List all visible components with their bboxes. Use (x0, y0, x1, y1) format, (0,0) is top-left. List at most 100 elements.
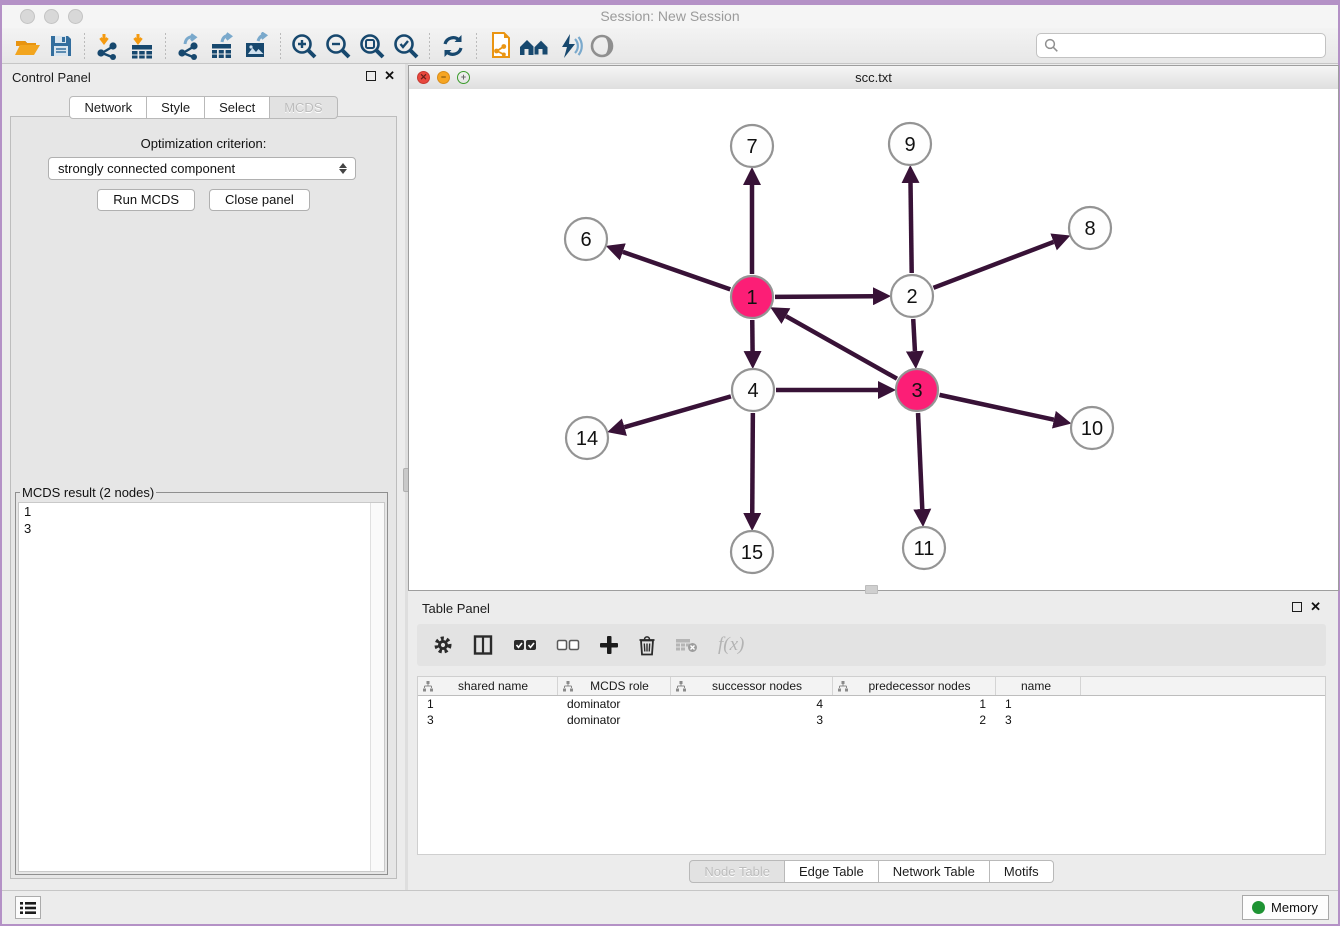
network-window-titlebar[interactable]: ✕ − + scc.txt (409, 66, 1338, 90)
table-row[interactable]: 3dominator323 (418, 712, 1325, 728)
task-history-button[interactable] (15, 896, 41, 919)
mcds-result-list[interactable]: 1 3 (18, 502, 385, 872)
table-cell[interactable]: 3 (418, 713, 558, 727)
control-panel-float-button[interactable] (366, 71, 376, 81)
select-arrows-icon (334, 163, 352, 174)
export-network-icon (175, 32, 203, 60)
graph-node-8[interactable]: 8 (1069, 207, 1111, 249)
graph-edge-3-1[interactable] (786, 316, 897, 379)
criterion-select[interactable]: strongly connected component (48, 157, 356, 180)
graph-node-11[interactable]: 11 (903, 527, 945, 569)
tab-edge-table[interactable]: Edge Table (785, 860, 879, 883)
graph-node-label: 15 (741, 542, 763, 564)
graph-edge-4-15[interactable] (752, 413, 753, 513)
table-panel-close-button[interactable]: ✕ (1310, 601, 1321, 613)
graph-edge-1-6[interactable] (623, 252, 730, 290)
column-header-predecessor-nodes[interactable]: predecessor nodes (833, 677, 996, 695)
graph-node-10[interactable]: 10 (1071, 407, 1113, 449)
import-table-button[interactable] (125, 31, 159, 61)
graph-edge-3-11[interactable] (918, 413, 922, 509)
import-network-button[interactable] (91, 31, 125, 61)
result-scrollbar[interactable] (370, 503, 384, 871)
graph-node-3[interactable]: 3 (896, 369, 938, 411)
save-session-button[interactable] (44, 31, 78, 61)
tab-mcds[interactable]: MCDS (270, 96, 337, 119)
graph-edge-1-2[interactable] (775, 296, 873, 297)
zoom-fit-button[interactable] (355, 31, 389, 61)
function-builder-button[interactable]: f(x) (718, 634, 744, 656)
export-image-icon (243, 32, 271, 60)
graphics-details-button[interactable] (551, 31, 585, 61)
tab-node-table[interactable]: Node Table (689, 860, 785, 883)
tab-style[interactable]: Style (147, 96, 205, 119)
column-header-shared-name[interactable]: shared name (418, 677, 558, 695)
table-cell[interactable]: 3 (996, 713, 1081, 727)
table-cell[interactable]: 2 (833, 713, 996, 727)
graph-edge-3-10[interactable] (939, 395, 1053, 420)
graph-node-1[interactable]: 1 (731, 276, 773, 318)
home-button[interactable] (517, 31, 551, 61)
export-table-button[interactable] (206, 31, 240, 61)
graph-node-15[interactable]: 15 (731, 531, 773, 573)
table-cell[interactable]: 1 (418, 697, 558, 711)
tab-network[interactable]: Network (69, 96, 147, 119)
graph-node-label: 10 (1081, 418, 1103, 440)
mcds-result-item: 3 (19, 520, 384, 537)
delete-table-button[interactable] (675, 637, 699, 653)
export-network-button[interactable] (172, 31, 206, 61)
select-all-button[interactable] (513, 638, 537, 652)
network-resize-grip[interactable] (865, 585, 878, 594)
tab-network-table[interactable]: Network Table (879, 860, 990, 883)
birds-eye-button[interactable] (585, 31, 619, 61)
network-canvas[interactable]: 7 9 6 8 1 2 4 3 14 10 15 11 (409, 89, 1338, 590)
table-settings-button[interactable] (433, 635, 453, 655)
zoom-out-button[interactable] (321, 31, 355, 61)
graph-node-9[interactable]: 9 (889, 123, 931, 165)
refresh-button[interactable] (436, 31, 470, 61)
column-header-mcds-role[interactable]: MCDS role (558, 677, 671, 695)
zoom-selected-button[interactable] (389, 31, 423, 61)
table-row[interactable]: 1dominator411 (418, 696, 1325, 712)
run-mcds-button[interactable]: Run MCDS (97, 189, 195, 211)
toolbar-separator (476, 33, 477, 59)
document-network-button[interactable] (483, 31, 517, 61)
graph-edge-4-14[interactable] (624, 396, 730, 427)
mcds-panel: Optimization criterion: strongly connect… (10, 116, 397, 879)
graph-node-14[interactable]: 14 (566, 417, 608, 459)
memory-button[interactable]: Memory (1242, 895, 1329, 920)
export-image-button[interactable] (240, 31, 274, 61)
graph-edge-2-8[interactable] (933, 242, 1053, 288)
table-cell[interactable]: 3 (671, 713, 833, 727)
graph-node-4[interactable]: 4 (732, 369, 774, 411)
search-input[interactable] (1063, 35, 1325, 57)
table-cell[interactable]: dominator (558, 713, 671, 727)
table-cell[interactable]: 1 (996, 697, 1081, 711)
table-cell[interactable]: 1 (833, 697, 996, 711)
search-field[interactable] (1036, 33, 1326, 58)
tab-motifs[interactable]: Motifs (990, 860, 1054, 883)
close-panel-button[interactable]: Close panel (209, 189, 310, 211)
unselect-all-button[interactable] (556, 638, 580, 652)
delete-column-button[interactable] (638, 635, 656, 656)
table-panel-float-button[interactable] (1292, 602, 1302, 612)
mcds-result-title: MCDS result (2 nodes) (20, 485, 156, 500)
show-columns-button[interactable] (472, 634, 494, 656)
table-cell[interactable]: dominator (558, 697, 671, 711)
network-graph[interactable]: 7 9 6 8 1 2 4 3 14 10 15 11 (409, 89, 1338, 590)
open-session-button[interactable] (10, 31, 44, 61)
graph-node-6[interactable]: 6 (565, 218, 607, 260)
zoom-in-button[interactable] (287, 31, 321, 61)
tab-select[interactable]: Select (205, 96, 270, 119)
column-header-successor-nodes[interactable]: successor nodes (671, 677, 833, 695)
graph-edge-2-3[interactable] (913, 319, 915, 351)
column-header-name[interactable]: name (996, 677, 1081, 695)
add-column-button[interactable] (599, 635, 619, 655)
table-panel-tabbar: Node Table Edge Table Network Table Moti… (408, 860, 1335, 883)
graph-edge-2-9[interactable] (911, 183, 912, 273)
graph-node-7[interactable]: 7 (731, 125, 773, 167)
main-toolbar (2, 28, 1338, 64)
node-table: shared name MCDS role (417, 676, 1326, 855)
graph-node-2[interactable]: 2 (891, 275, 933, 317)
control-panel-close-button[interactable]: ✕ (384, 70, 395, 82)
table-cell[interactable]: 4 (671, 697, 833, 711)
